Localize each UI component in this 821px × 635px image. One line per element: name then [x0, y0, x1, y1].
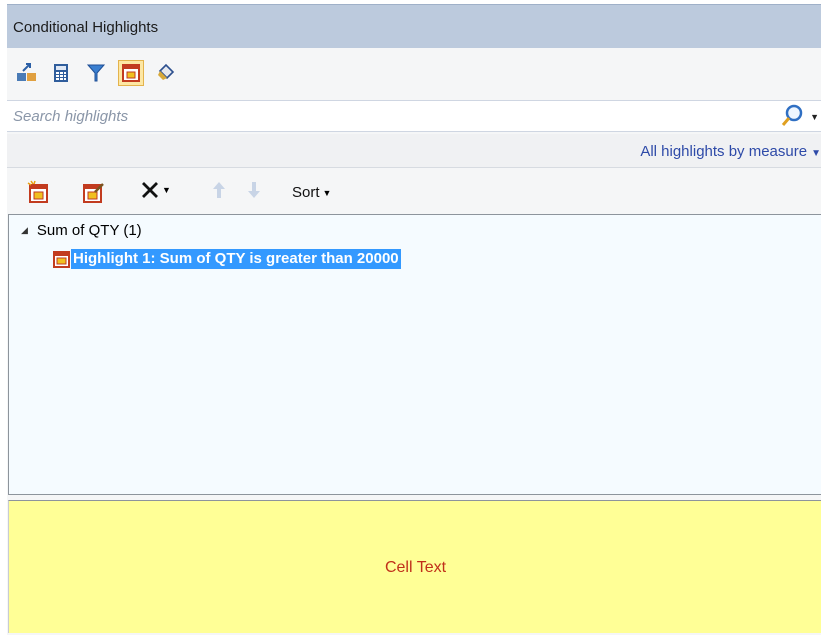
sort-label: Sort — [292, 184, 320, 201]
highlight-icon — [122, 64, 140, 82]
add-highlight-button[interactable] — [14, 60, 40, 86]
new-highlight-icon — [27, 180, 48, 203]
tree-item-highlight-1[interactable]: Highlight 1: Sum of QTY is greater than … — [53, 249, 401, 269]
tree-item-label: Highlight 1: Sum of QTY is greater than … — [71, 249, 401, 269]
add-highlight-icon — [17, 63, 36, 81]
paint-bucket-icon — [158, 63, 175, 80]
search-icon[interactable] — [781, 104, 803, 128]
highlight-rule-icon — [53, 250, 70, 268]
search-options-dropdown-icon[interactable]: ▼ — [810, 112, 819, 122]
chevron-down-icon: ▼ — [811, 148, 821, 159]
arrow-up-icon — [213, 182, 225, 198]
collapse-arrow-icon[interactable]: ◢ — [21, 225, 28, 236]
conditional-highlights-panel: Conditional Highlights Search highlights… — [7, 4, 821, 635]
highlights-tree: ◢ Sum of QTY (1) Highlight 1: Sum of QTY… — [8, 214, 821, 495]
arrow-down-icon — [248, 182, 260, 198]
delete-icon — [142, 182, 158, 198]
highlight-preview: Cell Text — [8, 500, 821, 633]
edit-highlight-icon — [83, 183, 104, 203]
calculator-icon — [54, 64, 68, 82]
highlight-button[interactable] — [118, 60, 144, 86]
edit-highlight-button[interactable] — [81, 180, 105, 204]
highlight-mode-label: All highlights by measure — [640, 143, 808, 160]
preview-cell-text: Cell Text — [384, 559, 447, 576]
highlight-mode-dropdown[interactable]: All highlights by measure ▼ — [640, 143, 821, 160]
filter-button[interactable] — [83, 60, 109, 86]
highlight-actions-toolbar: ▼ Sort ▼ — [7, 176, 821, 214]
main-toolbar — [7, 50, 821, 98]
chevron-down-icon: ▼ — [322, 187, 332, 198]
paint-bucket-button[interactable] — [153, 60, 179, 86]
new-highlight-button[interactable] — [27, 180, 51, 204]
move-down-button[interactable] — [247, 180, 261, 200]
search-input[interactable]: Search highlights — [13, 108, 128, 125]
delete-button[interactable]: ▼ — [140, 180, 171, 200]
move-up-button[interactable] — [212, 180, 226, 200]
panel-title: Conditional Highlights — [13, 19, 159, 36]
tree-group-label: Sum of QTY (1) — [36, 222, 142, 239]
delete-dropdown-icon[interactable]: ▼ — [162, 185, 171, 195]
sort-button[interactable]: Sort ▼ — [292, 184, 331, 201]
search-bar[interactable]: Search highlights ▼ — [7, 100, 821, 132]
filter-icon — [86, 64, 106, 82]
tree-group[interactable]: ◢ Sum of QTY (1) — [21, 222, 142, 239]
filter-bar: All highlights by measure ▼ — [7, 134, 821, 168]
calculator-button[interactable] — [48, 60, 74, 86]
panel-titlebar: Conditional Highlights — [7, 4, 821, 48]
